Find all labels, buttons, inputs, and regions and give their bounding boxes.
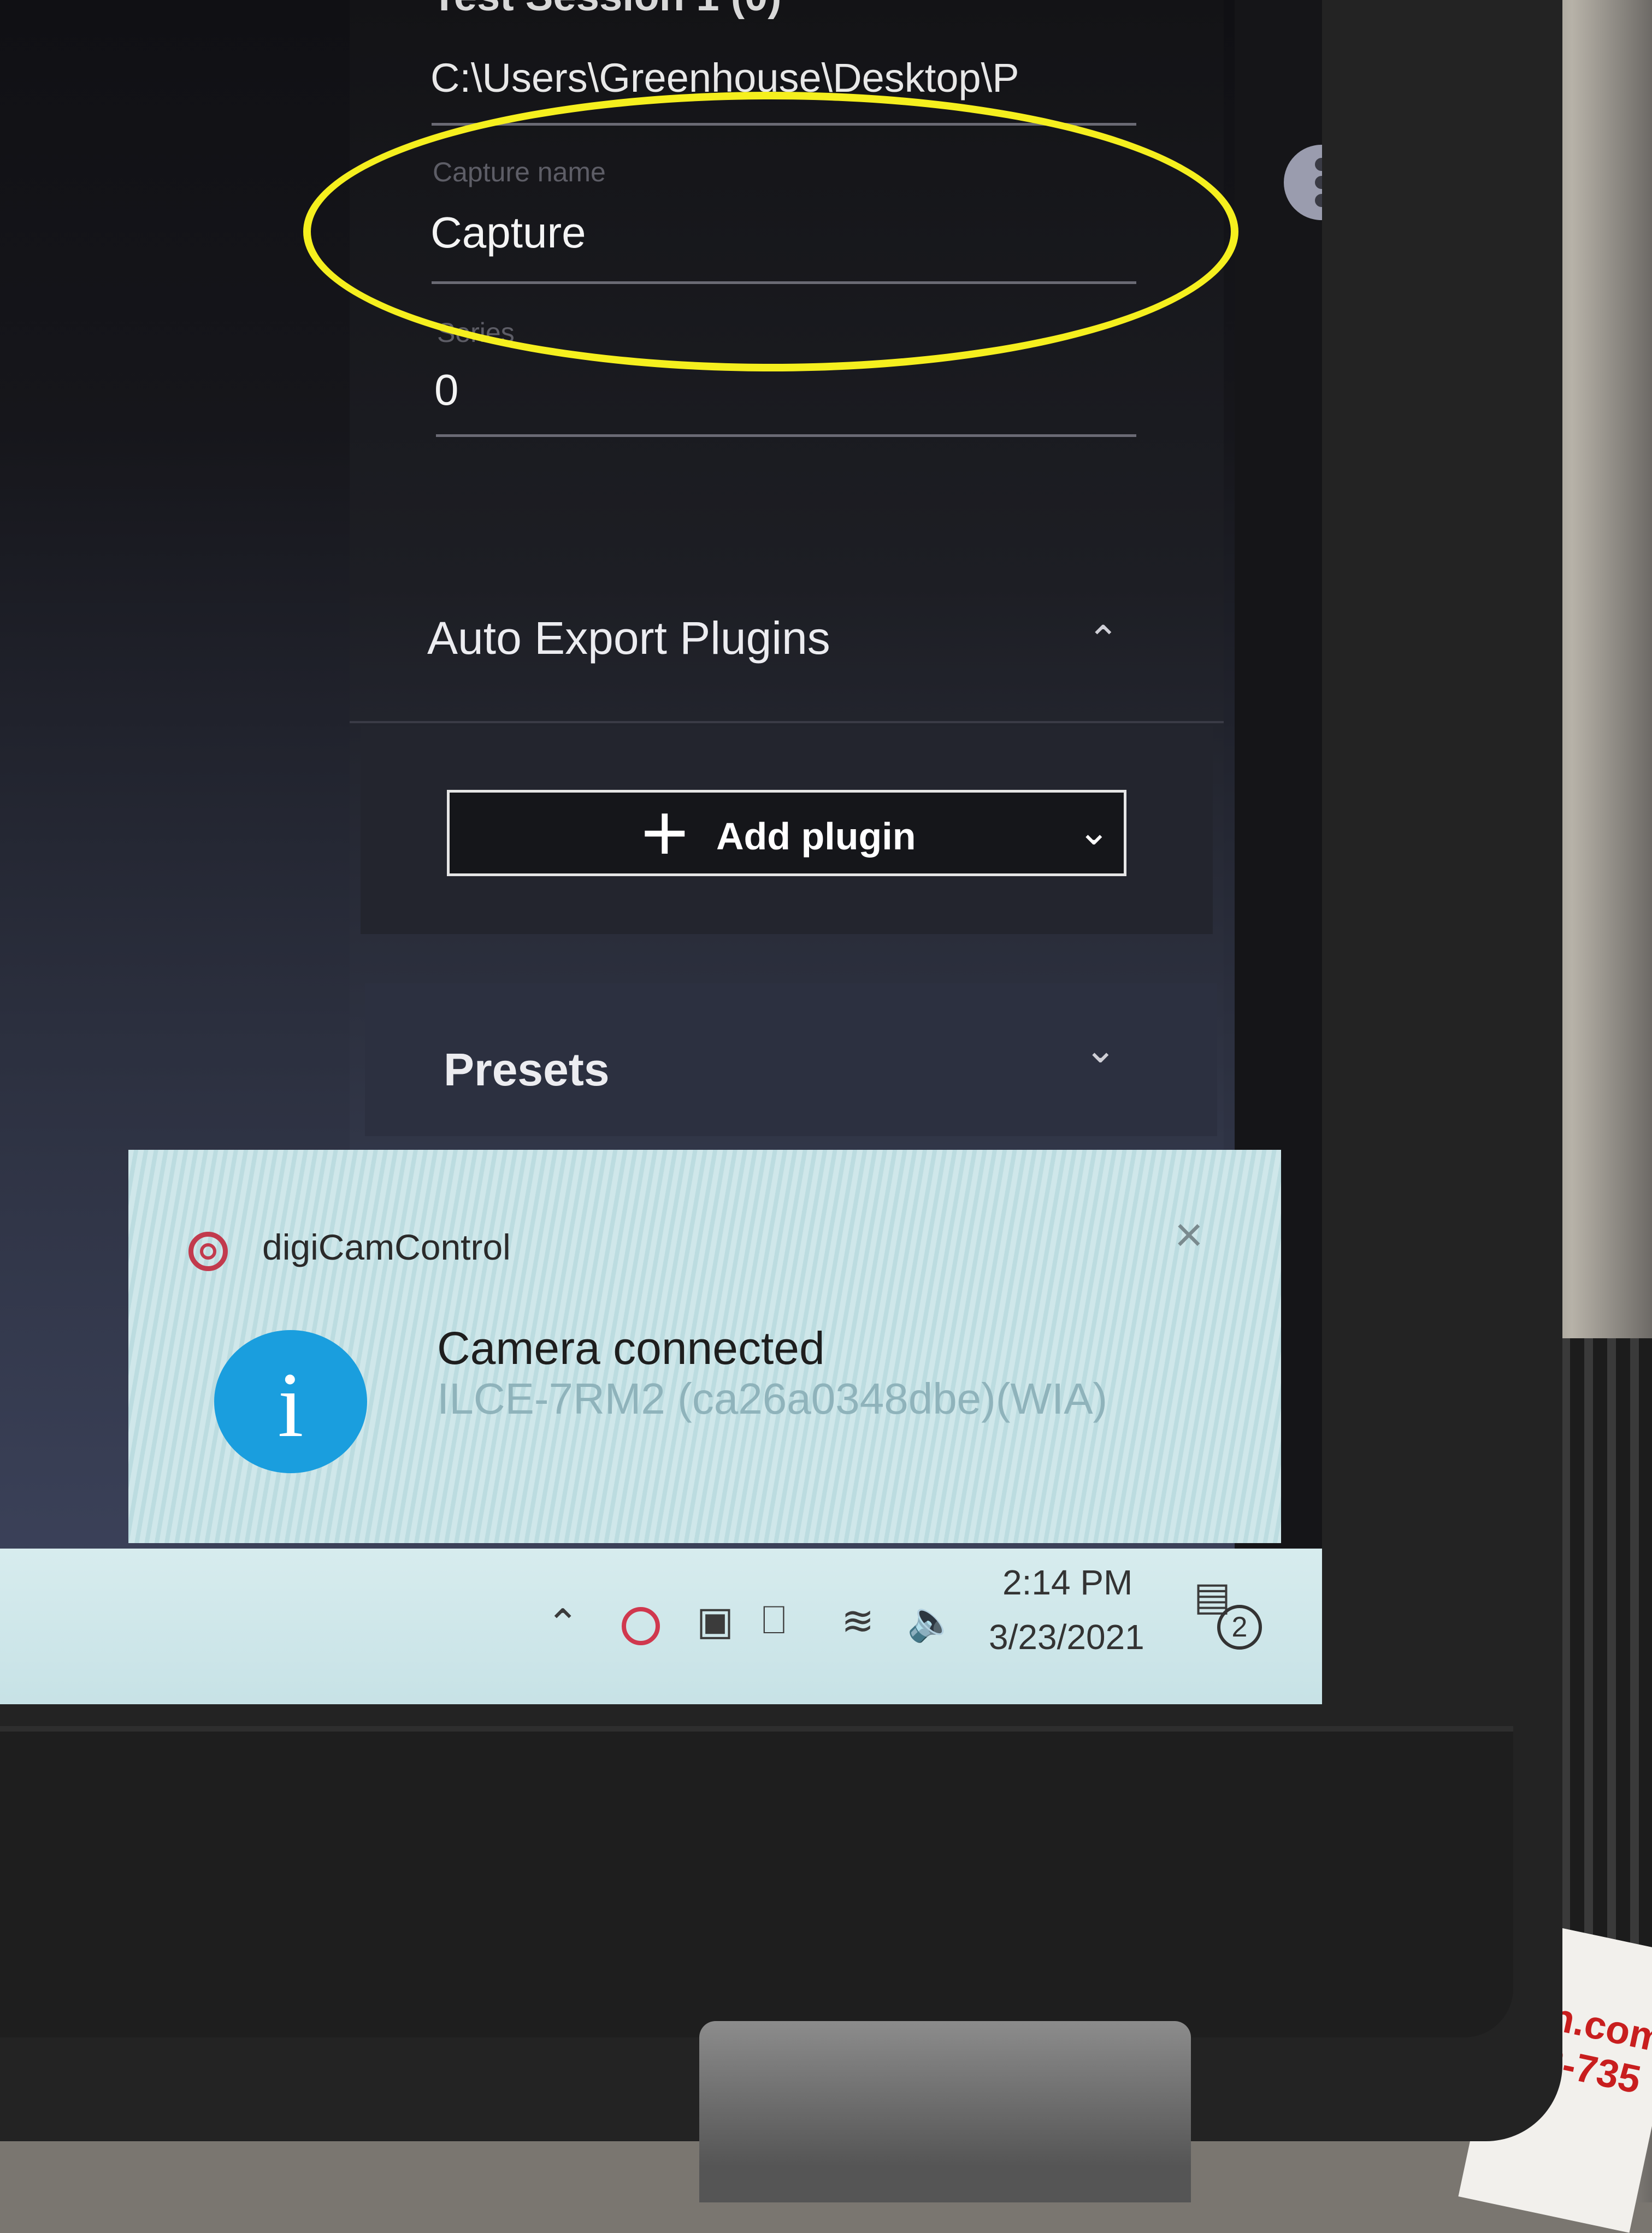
laptop-bezel-bottom [0,1726,1513,2037]
notification-count-badge: 2 [1217,1605,1262,1650]
toast-title: Camera connected [437,1322,825,1374]
chevron-down-icon[interactable]: ⌄ [1084,1027,1117,1072]
digicamcontrol-tray-icon[interactable] [622,1607,660,1645]
volume-icon[interactable]: 🔈 [907,1598,956,1644]
show-hidden-icons-icon[interactable]: ⌃ [546,1600,579,1646]
series-underline [436,434,1136,437]
battery-icon[interactable]: ⎕ [762,1598,786,1644]
laptop-hinge [699,2021,1191,2202]
series-field[interactable]: 0 [434,365,459,415]
plus-icon: + [641,787,689,878]
highlight-ellipse [303,92,1238,371]
session-title: Test Session 1 (0) [432,0,782,20]
wifi-icon[interactable]: ≋ [841,1598,874,1644]
toast-app-name: digiCamControl [262,1227,511,1267]
clock-date[interactable]: 3/23/2021 [989,1617,1144,1657]
toast-body: ILCE-7RM2 (ca26a0348dbe)(WIA) [437,1374,1108,1423]
digicamcontrol-icon [188,1232,228,1271]
add-plugin-button[interactable]: + Add plugin ⌄ [447,790,1126,876]
meet-now-icon[interactable]: ▣ [697,1598,734,1644]
info-icon: i [214,1330,367,1473]
clock-time[interactable]: 2:14 PM [1002,1562,1132,1603]
close-icon[interactable]: × [1175,1207,1203,1263]
auto-export-heading: Auto Export Plugins [427,612,830,664]
chevron-down-icon: ⌄ [1078,810,1110,853]
presets-heading: Presets [444,1044,610,1095]
add-plugin-label: Add plugin [716,815,916,858]
chevron-up-icon[interactable]: ⌃ [1087,617,1119,662]
